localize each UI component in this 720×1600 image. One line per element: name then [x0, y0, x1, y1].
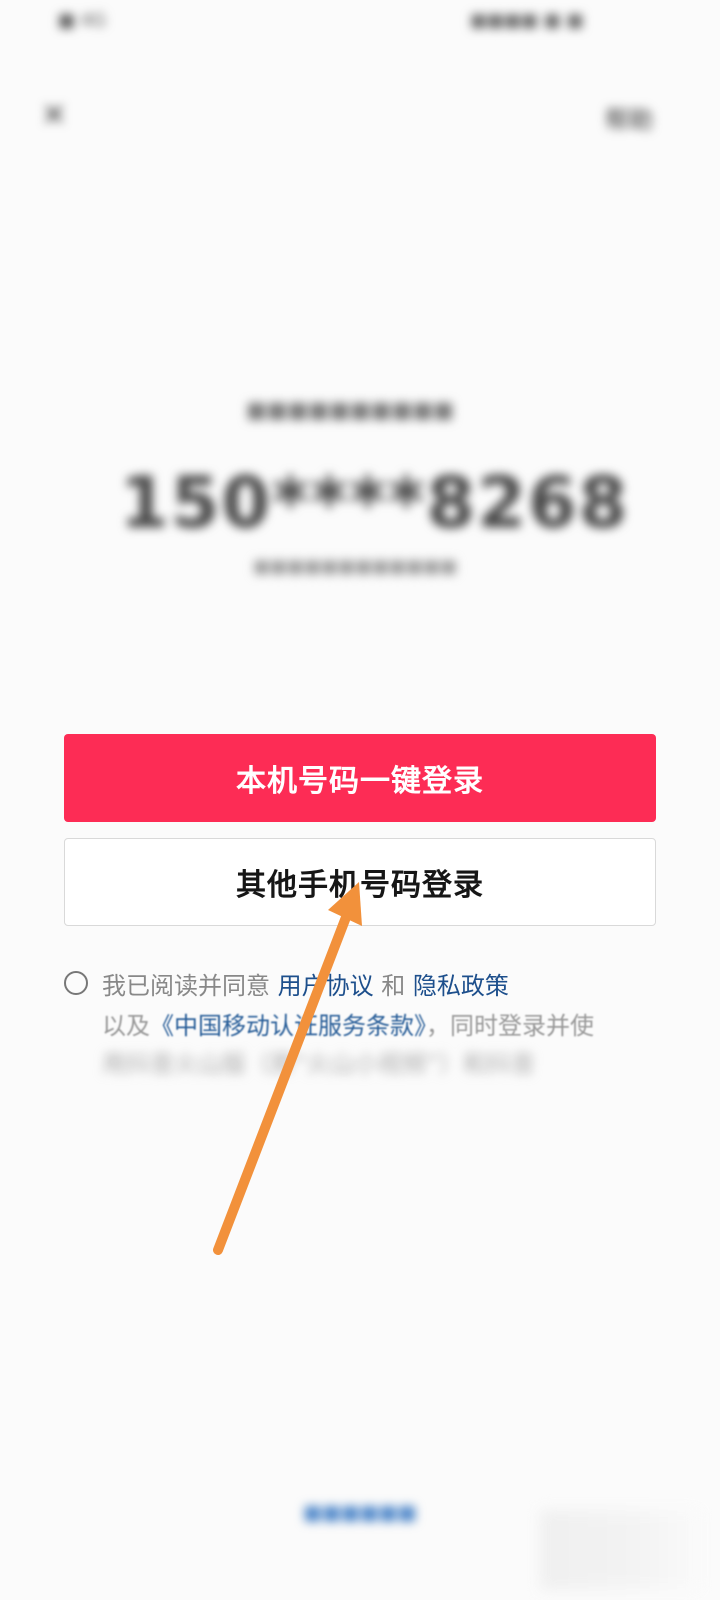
close-button[interactable]: ✕	[34, 96, 74, 136]
login-prompt: ■■■■■■■■■■	[246, 398, 454, 423]
agreement-line2-prefix: 以及	[102, 1012, 150, 1040]
other-phone-login-button[interactable]: 其他手机号码登录	[64, 838, 656, 926]
agreement-line2-suffix: ，同时登录并使	[426, 1012, 594, 1040]
agreement-line-3: 用抖音火山版（原“火山小视频”）和抖音	[102, 1050, 535, 1078]
agreement-and: 和	[373, 972, 413, 1000]
status-carrier-text: ■ 4G	[58, 10, 107, 31]
agreement-prefix: 我已阅读并同意	[102, 972, 278, 1000]
agree-checkbox[interactable]	[64, 971, 88, 995]
agreement-line-2: 以及《中国移动认证服务条款》，同时登录并使	[102, 1006, 594, 1041]
privacy-policy-link[interactable]: 隐私政策	[413, 972, 509, 1000]
login-screen: ■ 4G ■■■■ ■ ■ ✕ 帮助 ■■■■■■■■■■ 150****826…	[0, 0, 720, 1600]
agreement-line-1: 我已阅读并同意 用户协议 和 隐私政策	[102, 966, 509, 1001]
watermark	[540, 1510, 700, 1590]
status-bar-left: ■ 4G	[58, 10, 228, 36]
close-icon: ✕	[41, 98, 67, 133]
masked-phone-number: 150****8268	[120, 462, 630, 544]
status-indicators: ■■■■ ■ ■	[470, 10, 584, 31]
user-agreement-link[interactable]: 用户协议	[278, 972, 374, 1000]
one-tap-login-button[interactable]: 本机号码一键登录	[64, 734, 656, 822]
carrier-auth-text: ■■■■■■■■■■■■	[252, 556, 458, 577]
help-button[interactable]: 帮助	[592, 100, 666, 134]
cmcc-terms-link[interactable]: 《中国移动认证服务条款》	[150, 1012, 426, 1040]
bottom-link[interactable]: ■■■■■■	[280, 1500, 440, 1524]
arrow-shaft	[213, 907, 353, 1255]
status-bar-right: ■■■■ ■ ■	[470, 10, 660, 36]
